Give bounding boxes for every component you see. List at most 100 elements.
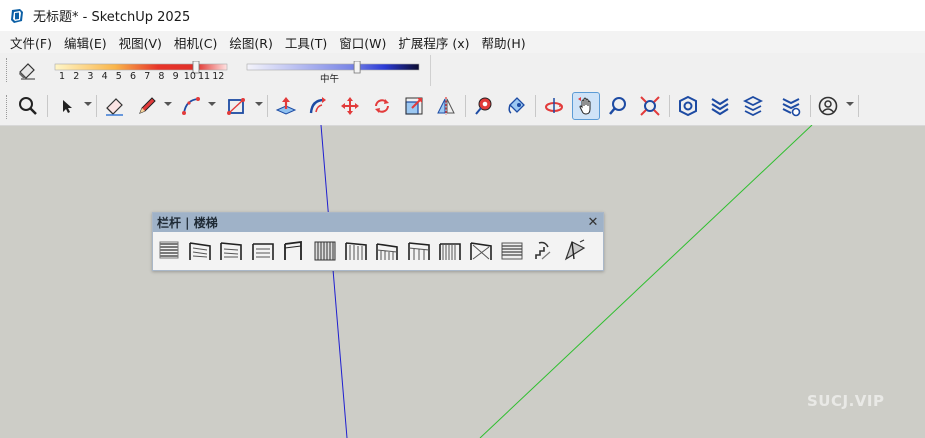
month-tick-label: 9 xyxy=(172,71,179,82)
toolbar-separator xyxy=(47,95,48,117)
menu-item-7[interactable]: 窗口(W) xyxy=(333,33,392,52)
menu-item-6[interactable]: 工具(T) xyxy=(279,33,333,52)
railing-2-button[interactable] xyxy=(187,238,215,264)
select-dropdown-arrow[interactable] xyxy=(84,102,92,106)
shadow-toggle-button[interactable] xyxy=(15,57,41,83)
zoom-extents-button[interactable] xyxy=(637,93,663,119)
pencil-icon xyxy=(139,97,156,114)
railing-10-icon xyxy=(438,243,461,260)
scale-icon xyxy=(405,97,423,115)
shadows-toolbar: 1 2 3 4 5 6 7 8 9 10 11 12 中午 xyxy=(0,53,925,89)
paint-bucket-button[interactable] xyxy=(503,93,529,119)
toolbar-separator xyxy=(96,95,97,117)
stair-2-icon xyxy=(564,239,585,261)
time-slider-thumb[interactable] xyxy=(353,61,361,74)
month-tick-label: 12 xyxy=(212,71,225,82)
menu-item-2[interactable]: 编辑(E) xyxy=(58,33,113,52)
eraser-button[interactable] xyxy=(102,93,128,119)
toolbar-title: 栏杆 | 楼梯 xyxy=(157,216,218,230)
toolbar-separator xyxy=(669,95,670,117)
month-tick-label: 10 xyxy=(183,71,196,82)
zoom-tool-icon xyxy=(609,97,626,115)
menu-item-4[interactable]: 相机(C) xyxy=(168,33,223,52)
shadows-panel: 1 2 3 4 5 6 7 8 9 10 11 12 中午 xyxy=(4,55,431,86)
railing-1-button[interactable] xyxy=(156,238,184,264)
arc-dropdown-arrow[interactable] xyxy=(208,102,216,106)
railing-1-icon xyxy=(159,241,179,259)
eraser-icon xyxy=(106,98,123,116)
select-button[interactable] xyxy=(53,93,79,119)
layout-button[interactable] xyxy=(740,93,766,119)
zoom-button[interactable] xyxy=(15,93,41,119)
stair-1-button[interactable] xyxy=(530,238,558,264)
watermark: SUCJ.VIP xyxy=(807,392,885,410)
rectangle-button[interactable] xyxy=(223,93,249,119)
zoom-extents-icon xyxy=(640,96,660,116)
zoom-icon xyxy=(19,97,37,115)
scale-button[interactable] xyxy=(401,93,427,119)
month-tick-label: 2 xyxy=(73,71,80,82)
railing-8-button[interactable] xyxy=(374,238,402,264)
rectangle-icon xyxy=(227,98,245,115)
extension-manager-icon xyxy=(782,98,801,117)
account-button[interactable] xyxy=(815,93,841,119)
layout-icon xyxy=(742,95,764,117)
push-pull-button[interactable] xyxy=(273,93,299,119)
orbit-icon xyxy=(545,98,563,113)
extension-manager-button[interactable] xyxy=(778,93,804,119)
zoom-tool-button[interactable] xyxy=(605,93,631,119)
rotate-icon xyxy=(375,99,389,113)
extension-warehouse-icon xyxy=(711,98,729,116)
sketchup-logo-icon xyxy=(11,8,23,23)
railing-11-button[interactable] xyxy=(468,238,496,264)
rectangle-dropdown-arrow[interactable] xyxy=(255,102,263,106)
follow-me-button[interactable] xyxy=(305,93,331,119)
3d-warehouse-icon xyxy=(679,95,697,117)
menu-bar: 文件(F) 编辑(E) 视图(V) 相机(C) 绘图(R) 工具(T) 窗口(W) 扩展程序 … xyxy=(0,31,925,53)
toolbar-grip[interactable] xyxy=(6,95,9,119)
account-dropdown-arrow[interactable] xyxy=(846,102,854,106)
railing-3-button[interactable] xyxy=(218,238,246,264)
model-viewport[interactable] xyxy=(0,125,925,438)
pencil-button[interactable] xyxy=(134,93,160,119)
menu-item-9[interactable]: 帮助(H) xyxy=(476,33,532,52)
railing-10-button[interactable] xyxy=(437,238,465,264)
arc-button[interactable] xyxy=(178,93,204,119)
close-icon[interactable]: ✕ xyxy=(585,215,601,230)
railing-7-button[interactable] xyxy=(343,238,371,264)
month-tick-label: 3 xyxy=(87,71,94,82)
3d-warehouse-button[interactable] xyxy=(675,93,701,119)
flip-button[interactable] xyxy=(433,93,459,119)
title-bar: 无标题* - SketchUp 2025 xyxy=(0,0,925,31)
time-label: 中午 xyxy=(320,74,340,85)
main-toolbar xyxy=(0,88,925,126)
orbit-button[interactable] xyxy=(541,93,567,119)
rotate-button[interactable] xyxy=(369,93,395,119)
pan-button[interactable] xyxy=(572,92,600,120)
railing-9-button[interactable] xyxy=(406,238,434,264)
railing-12-button[interactable] xyxy=(499,238,527,264)
extension-warehouse-button[interactable] xyxy=(707,93,733,119)
railing-6-button[interactable] xyxy=(312,238,340,264)
menu-item-1[interactable]: 文件(F) xyxy=(0,33,58,52)
railing-7-icon xyxy=(345,242,367,260)
stair-2-button[interactable] xyxy=(562,238,590,264)
toolbar-title-bar[interactable]: 栏杆 | 楼梯 ✕ xyxy=(153,213,603,232)
railing-4-icon xyxy=(251,243,274,260)
pencil-dropdown-arrow[interactable] xyxy=(164,102,172,106)
menu-item-5[interactable]: 绘图(R) xyxy=(223,33,278,52)
railing-5-button[interactable] xyxy=(281,238,309,264)
month-tick-label: 4 xyxy=(101,71,108,82)
railing-4-button[interactable] xyxy=(250,238,278,264)
month-tick-label: 6 xyxy=(130,71,137,82)
menu-item-8[interactable]: 扩展程序 (x) xyxy=(392,33,475,52)
blue-axis xyxy=(320,125,348,438)
railing-5-icon xyxy=(283,240,302,260)
menu-item-3[interactable]: 视图(V) xyxy=(113,33,168,52)
green-axis xyxy=(479,125,813,438)
toolbar-separator xyxy=(810,95,811,117)
tape-measure-icon xyxy=(475,97,492,115)
railing-9-icon xyxy=(407,242,430,260)
tape-measure-button[interactable] xyxy=(471,93,497,119)
move-button[interactable] xyxy=(337,93,363,119)
